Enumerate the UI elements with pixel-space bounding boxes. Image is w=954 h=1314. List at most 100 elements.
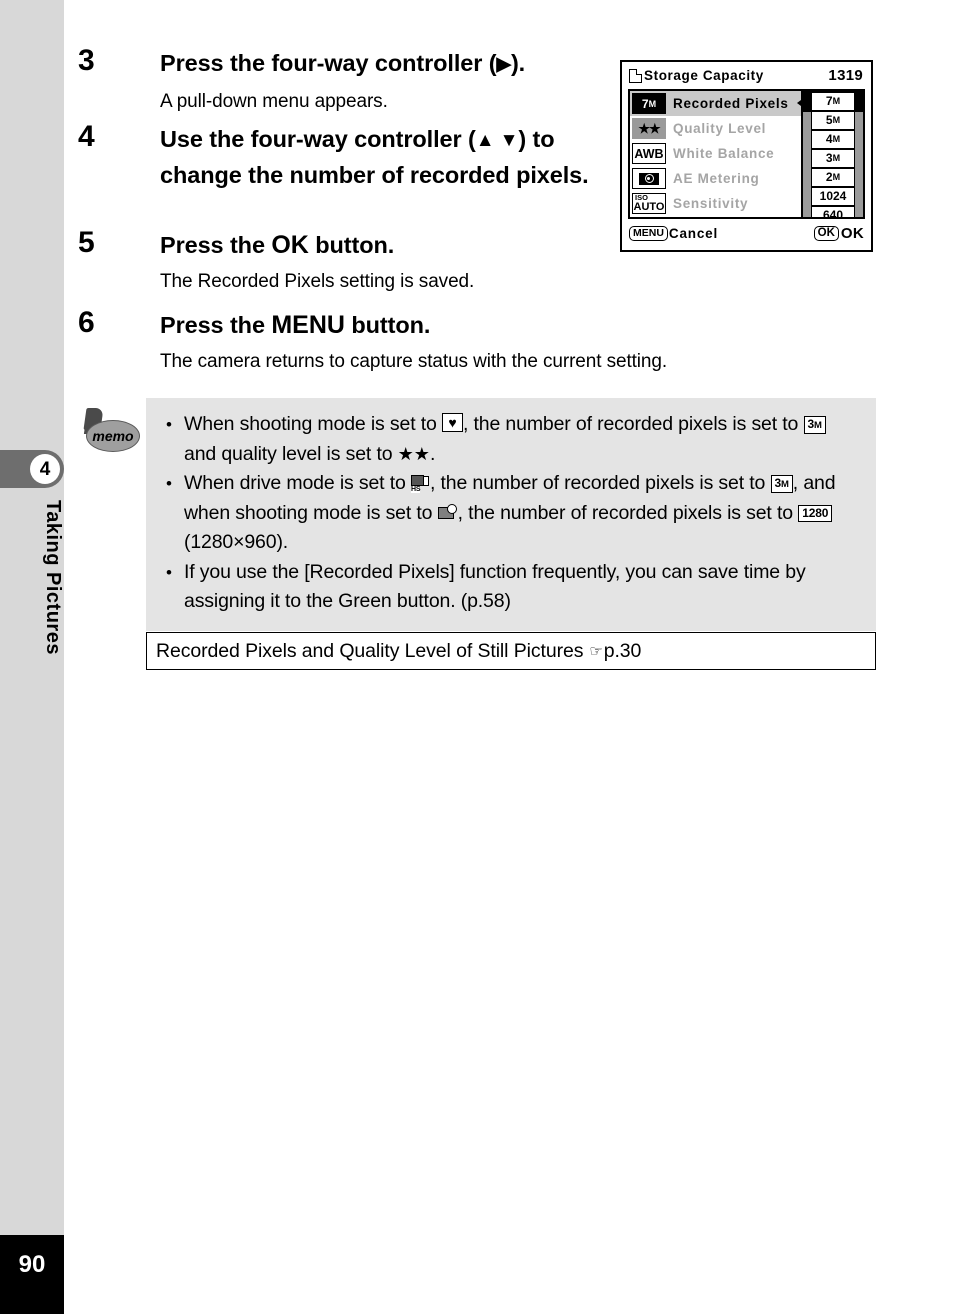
lcd-row-1-icon-text: ★★ xyxy=(638,120,660,136)
lcd-row-quality-level[interactable]: ★★ Quality Level xyxy=(630,116,805,141)
lcd-storage-capacity-label: Storage Capacity xyxy=(644,68,764,83)
dropdown-option-5m[interactable]: 5M xyxy=(811,111,855,130)
half-length-portrait-icon xyxy=(437,503,458,522)
memo-3-p1: If you use the [Recorded Pixels] functio… xyxy=(184,560,806,613)
lcd-row-1-label: Quality Level xyxy=(673,121,767,136)
lcd-menu-panel: 7M Recorded Pixels ★★ Quality Level AWB … xyxy=(628,89,865,219)
right-arrow-icon: ▶ xyxy=(496,54,511,75)
dropdown-option-3m[interactable]: 3M xyxy=(811,149,855,168)
lcd-menu-rows: 7M Recorded Pixels ★★ Quality Level AWB … xyxy=(630,91,805,217)
ae-metering-dot xyxy=(644,174,654,183)
reference-box: Recorded Pixels and Quality Level of Sti… xyxy=(146,632,876,670)
step-6-title-after: button. xyxy=(344,312,431,338)
ae-metering-icon xyxy=(632,168,666,189)
dd-4-text: 2 xyxy=(825,170,833,185)
lcd-storage-capacity-count: 1319 xyxy=(828,67,863,84)
portrait-head xyxy=(446,503,457,514)
memo-1-chip1-sub: M xyxy=(814,420,822,431)
memo-1-p4: . xyxy=(429,442,436,465)
step-5-title-after: button. xyxy=(308,232,395,258)
reference-text: Recorded Pixels and Quality Level of Sti… xyxy=(156,639,584,662)
memo-label: memo xyxy=(86,420,140,452)
two-stars-icon: ★★ xyxy=(397,443,430,464)
lcd-row-0-icon-text: 7 xyxy=(641,96,649,111)
dd-3-text: 3 xyxy=(825,151,833,166)
dd-2-sub: M xyxy=(832,134,841,145)
ae-metering-box xyxy=(639,172,659,185)
memo-2-p4: , the number of recorded pixels is set t… xyxy=(457,501,799,524)
dropdown-option-1024[interactable]: 1024 xyxy=(811,187,855,206)
step-4-title: Use the four-way controller (▲ ▼) to cha… xyxy=(160,122,610,192)
lcd-cancel-action[interactable]: MENU Cancel xyxy=(629,225,718,242)
chapter-sidebar: 4 Taking Pictures xyxy=(0,0,64,1235)
step-6-title-before: Press the xyxy=(160,312,272,338)
7m-badge-icon: 7M xyxy=(632,93,666,114)
dd-4-sub: M xyxy=(832,172,841,183)
reference-page[interactable]: p.30 xyxy=(604,640,642,663)
step-5-description: The Recorded Pixels setting is saved. xyxy=(160,271,475,292)
dropdown-option-4m[interactable]: 4M xyxy=(811,130,855,149)
memory-card-icon xyxy=(629,68,642,83)
awb-icon: AWB xyxy=(632,143,666,164)
step-3-title: Press the four-way controller (▶). xyxy=(160,46,590,82)
memo-1-p1: When shooting mode is set to xyxy=(184,413,442,435)
menu-button-word: MENU xyxy=(271,311,345,339)
two-stars-icon: ★★ xyxy=(632,118,666,139)
memo-item-1: When shooting mode is set to , the numbe… xyxy=(162,410,862,469)
lcd-cancel-label: Cancel xyxy=(668,225,718,241)
memo-note-box: When shooting mode is set to , the numbe… xyxy=(146,398,876,631)
pointing-hand-icon: ☞ xyxy=(589,643,603,660)
3m-chip-icon: 3M xyxy=(803,416,826,434)
lcd-row-3-label: AE Metering xyxy=(673,171,760,186)
chapter-tab: 4 xyxy=(0,450,64,488)
memo-2-p2: , the number of recorded pixels is set t… xyxy=(429,472,771,494)
memo-1-p2: , the number of recorded pixels is set t… xyxy=(462,413,804,435)
camera-lcd-illustration: Storage Capacity 1319 7M Recorded Pixels… xyxy=(620,60,873,252)
dd-1-sub: M xyxy=(832,115,841,126)
dd-1-text: 5 xyxy=(825,113,833,128)
memo-2-p1: When drive mode is set to xyxy=(184,472,411,494)
step-3-description: A pull-down menu appears. xyxy=(160,91,388,112)
ok-button-chip: OK xyxy=(813,226,839,241)
memo-1-p3: and quality level is set to xyxy=(184,442,398,465)
step-6-number: 6 xyxy=(78,306,95,339)
ok-button-word: OK xyxy=(271,231,309,259)
page-number-block: 90 xyxy=(0,1235,64,1314)
dd-0-text: 7 xyxy=(825,94,833,109)
lcd-row-4-icon-sub: AUTO xyxy=(633,200,665,213)
dd-5-text: 1024 xyxy=(819,189,847,204)
high-speed-burst-icon: HS xyxy=(410,474,430,493)
dd-2-text: 4 xyxy=(825,132,833,147)
memo-item-2: When drive mode is set to HS , the number… xyxy=(162,469,862,558)
burst-hs-label: HS xyxy=(410,486,421,493)
chapter-title: Taking Pictures xyxy=(42,500,64,655)
up-down-arrow-icon: ▲ ▼ xyxy=(475,130,519,151)
page-number: 90 xyxy=(18,1251,46,1278)
recorded-pixels-dropdown[interactable]: 7M 5M 4M 3M 2M 1024 640 xyxy=(801,91,863,217)
lcd-row-ae-metering[interactable]: AE Metering xyxy=(630,166,805,191)
dd-3-sub: M xyxy=(832,153,841,164)
dd-0-sub: M xyxy=(832,96,841,107)
1280-chip-icon: 1280 xyxy=(798,504,833,522)
step-4-number: 4 xyxy=(78,120,95,153)
lcd-row-sensitivity[interactable]: ISO AUTO Sensitivity xyxy=(630,191,805,216)
lcd-row-recorded-pixels[interactable]: 7M Recorded Pixels xyxy=(630,91,805,116)
lcd-ok-action[interactable]: OK OK xyxy=(813,225,864,242)
3m-chip-icon: 3M xyxy=(770,475,793,493)
lcd-header: Storage Capacity 1319 xyxy=(622,62,871,89)
page-content: 3 Press the four-way controller (▶). A p… xyxy=(64,0,954,1314)
lcd-row-2-icon-text: AWB xyxy=(634,146,664,161)
dropdown-option-7m[interactable]: 7M xyxy=(811,92,855,111)
menu-button-chip: MENU xyxy=(629,225,668,242)
dropdown-option-2m[interactable]: 2M xyxy=(811,168,855,187)
step-5-title-before: Press the xyxy=(160,232,272,258)
step-4-title-before: Use the four-way controller ( xyxy=(160,126,476,152)
memo-icon: memo xyxy=(82,408,140,454)
step-3-title-after: ). xyxy=(510,50,526,76)
step-3-number: 3 xyxy=(78,44,95,77)
lcd-footer: MENU Cancel OK OK xyxy=(622,217,871,250)
heart-mode-icon xyxy=(441,413,463,432)
iso-auto-icon: ISO AUTO xyxy=(632,193,666,214)
lcd-row-white-balance[interactable]: AWB White Balance xyxy=(630,141,805,166)
step-3-title-before: Press the four-way controller ( xyxy=(160,50,497,76)
